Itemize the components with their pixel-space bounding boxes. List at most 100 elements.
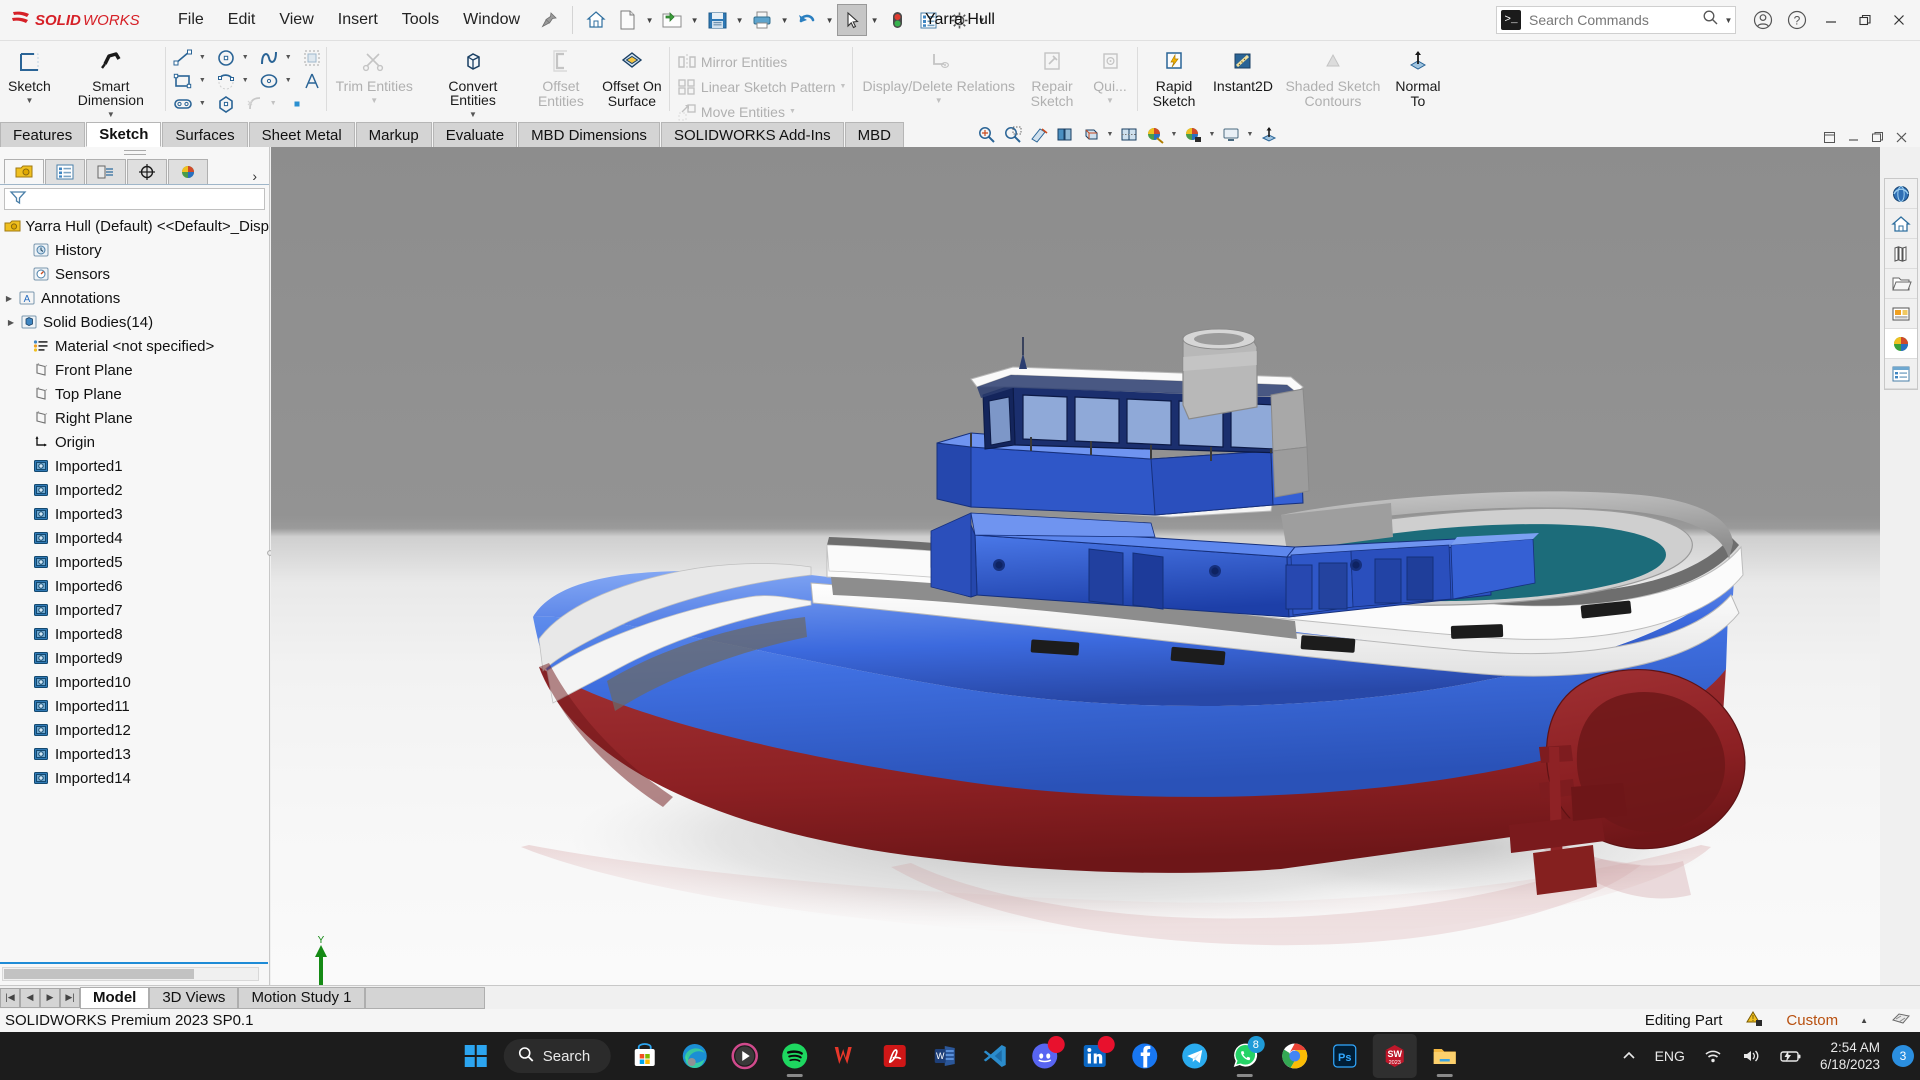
tree-node-right-plane[interactable]: Right Plane (2, 406, 269, 430)
tool-text[interactable] (298, 69, 326, 92)
menu-window[interactable]: Window (451, 7, 532, 33)
new-document-icon[interactable] (612, 4, 642, 36)
tool-spline[interactable]: ▼ (255, 46, 298, 69)
chevron-down-icon[interactable]: ▼ (836, 83, 851, 90)
linkedin-icon[interactable] (1072, 1034, 1116, 1078)
tree-node-top-plane[interactable]: Top Plane (2, 382, 269, 406)
tool-line[interactable]: ▼ (169, 46, 212, 69)
tab-sheet-metal[interactable]: Sheet Metal (248, 122, 355, 147)
display-manager-tab[interactable] (168, 159, 208, 184)
tool-point[interactable] (283, 92, 311, 115)
file-explorer-icon[interactable] (1885, 269, 1917, 299)
ribbon-btn-repair-sketch[interactable]: Repair Sketch (1021, 44, 1083, 109)
menu-tools[interactable]: Tools (390, 7, 451, 33)
ribbon-btn-normal-to[interactable]: Normal To (1387, 44, 1449, 109)
chevron-down-icon[interactable]: ▼ (935, 96, 943, 105)
tree-node-imported12[interactable]: Imported12 (2, 718, 269, 742)
file-properties-icon[interactable] (913, 4, 943, 36)
save-caret-icon[interactable]: ▼ (733, 4, 746, 36)
google-chrome-icon[interactable] (1272, 1034, 1316, 1078)
tool-arc[interactable]: ▼ (212, 69, 255, 92)
edit-appearance-icon[interactable] (1143, 123, 1167, 145)
tree-node-history[interactable]: History (2, 238, 269, 262)
wps-office-icon[interactable] (822, 1034, 866, 1078)
last-tab-icon[interactable]: ▶| (60, 987, 80, 1008)
search-icon[interactable] (1699, 9, 1722, 31)
chevron-down-icon[interactable]: ▼ (195, 54, 210, 61)
tool-polygon[interactable] (212, 92, 240, 115)
notification-badge[interactable]: 3 (1892, 1045, 1914, 1067)
tree-node-imported1[interactable]: Imported1 (2, 454, 269, 478)
spotify-icon[interactable] (772, 1034, 816, 1078)
ribbon-btn-rapid-sketch[interactable]: Rapid Sketch (1141, 44, 1207, 109)
home-icon[interactable] (581, 4, 611, 36)
chevron-down-icon[interactable]: ▼ (1245, 131, 1255, 138)
tree-node-imported9[interactable]: Imported9 (2, 646, 269, 670)
tree-node-imported13[interactable]: Imported13 (2, 742, 269, 766)
tree-node-imported10[interactable]: Imported10 (2, 670, 269, 694)
chevron-down-icon[interactable]: ▼ (238, 54, 253, 61)
chevron-up-icon[interactable] (1612, 1036, 1646, 1076)
open-folder-icon[interactable] (657, 4, 687, 36)
ribbon-btn-mirror-entities[interactable]: Mirror Entities (673, 50, 789, 73)
design-library-icon[interactable] (1885, 239, 1917, 269)
hide-show-items-icon[interactable] (1117, 123, 1141, 145)
rebuild-warning-icon[interactable]: ! (1744, 1010, 1764, 1032)
tree-node-material[interactable]: Material <not specified> (2, 334, 269, 358)
view-palette-icon[interactable] (1885, 299, 1917, 329)
minimize-icon[interactable] (1814, 4, 1848, 36)
ribbon-btn-offset-on-surface[interactable]: Offset On Surface (595, 44, 669, 109)
ribbon-btn-instant2d[interactable]: Instant2D (1207, 44, 1279, 93)
discord-icon[interactable] (1022, 1034, 1066, 1078)
chevron-down-icon[interactable]: ▼ (195, 77, 210, 84)
zoom-to-area-icon[interactable] (1001, 123, 1025, 145)
tool-slot[interactable]: ▼ (169, 92, 212, 115)
tool-sketch-pattern[interactable] (298, 46, 326, 69)
maximize-icon[interactable] (1866, 127, 1888, 147)
next-tab-icon[interactable]: ▶ (40, 987, 60, 1008)
select-caret-icon[interactable]: ▼ (868, 4, 881, 36)
tree-node-part[interactable]: Yarra Hull (Default) <<Default>_Disp (2, 214, 269, 238)
tab-mbd-dimensions[interactable]: MBD Dimensions (518, 122, 660, 147)
tab-sketch[interactable]: Sketch (86, 122, 162, 147)
help-question-icon[interactable]: ? (1780, 4, 1814, 36)
feature-tree-horizontal-scrollbar[interactable] (2, 967, 259, 981)
close-icon[interactable] (1890, 127, 1912, 147)
ribbon-btn-linear-sketch-pattern[interactable]: Linear Sketch Pattern ▼ (673, 75, 853, 98)
pushpin-icon[interactable] (540, 11, 558, 29)
chevron-down-icon[interactable]: ▼ (785, 108, 800, 115)
speaker-icon[interactable] (1732, 1036, 1770, 1076)
feature-manager-tab[interactable] (4, 159, 44, 184)
appearances-scenes-icon[interactable] (1885, 329, 1917, 359)
whatsapp-icon[interactable]: 8 (1222, 1034, 1266, 1078)
telegram-icon[interactable] (1172, 1034, 1216, 1078)
tree-node-solid-bodies[interactable]: ▶ Solid Bodies(14) (2, 310, 269, 334)
chevron-down-icon[interactable]: ▼ (238, 77, 253, 84)
open-caret-icon[interactable]: ▼ (688, 4, 701, 36)
tree-node-imported3[interactable]: Imported3 (2, 502, 269, 526)
wifi-icon[interactable] (1694, 1036, 1732, 1076)
tab-surfaces[interactable]: Surfaces (162, 122, 248, 147)
normal-to-icon[interactable] (1257, 123, 1281, 145)
file-explorer-icon[interactable] (1422, 1034, 1466, 1078)
tray-language[interactable]: ENG (1646, 1036, 1694, 1076)
chevron-down-icon[interactable]: ▼ (1106, 96, 1114, 105)
previous-tab-icon[interactable]: ◀ (20, 987, 40, 1008)
chevron-up-icon[interactable]: ▲ (1860, 1016, 1868, 1025)
undo-caret-icon[interactable]: ▼ (823, 4, 836, 36)
tree-node-imported4[interactable]: Imported4 (2, 526, 269, 550)
tab-features[interactable]: Features (0, 122, 86, 147)
bottom-tab-motion-study[interactable]: Motion Study 1 (238, 986, 365, 1009)
sketch-overlay-icon[interactable] (1890, 1010, 1912, 1032)
ribbon-btn-display-delete-relations[interactable]: Display/Delete Relations ▼ (856, 44, 1021, 105)
windows-start-icon[interactable] (454, 1036, 498, 1076)
chevron-down-icon[interactable]: ▼ (370, 96, 378, 105)
section-view-icon[interactable] (1027, 123, 1051, 145)
select-cursor-icon[interactable] (837, 4, 868, 36)
chevron-down-icon[interactable]: ▼ (1169, 131, 1179, 138)
ribbon-btn-move-entities[interactable]: Move Entities ▼ (673, 100, 802, 123)
rebuild-traffic-light-icon[interactable] (882, 4, 912, 36)
first-tab-icon[interactable]: |◀ (0, 987, 20, 1008)
taskbar-search[interactable]: Search (503, 1039, 611, 1073)
solidworks-resources-icon[interactable] (1885, 179, 1917, 209)
